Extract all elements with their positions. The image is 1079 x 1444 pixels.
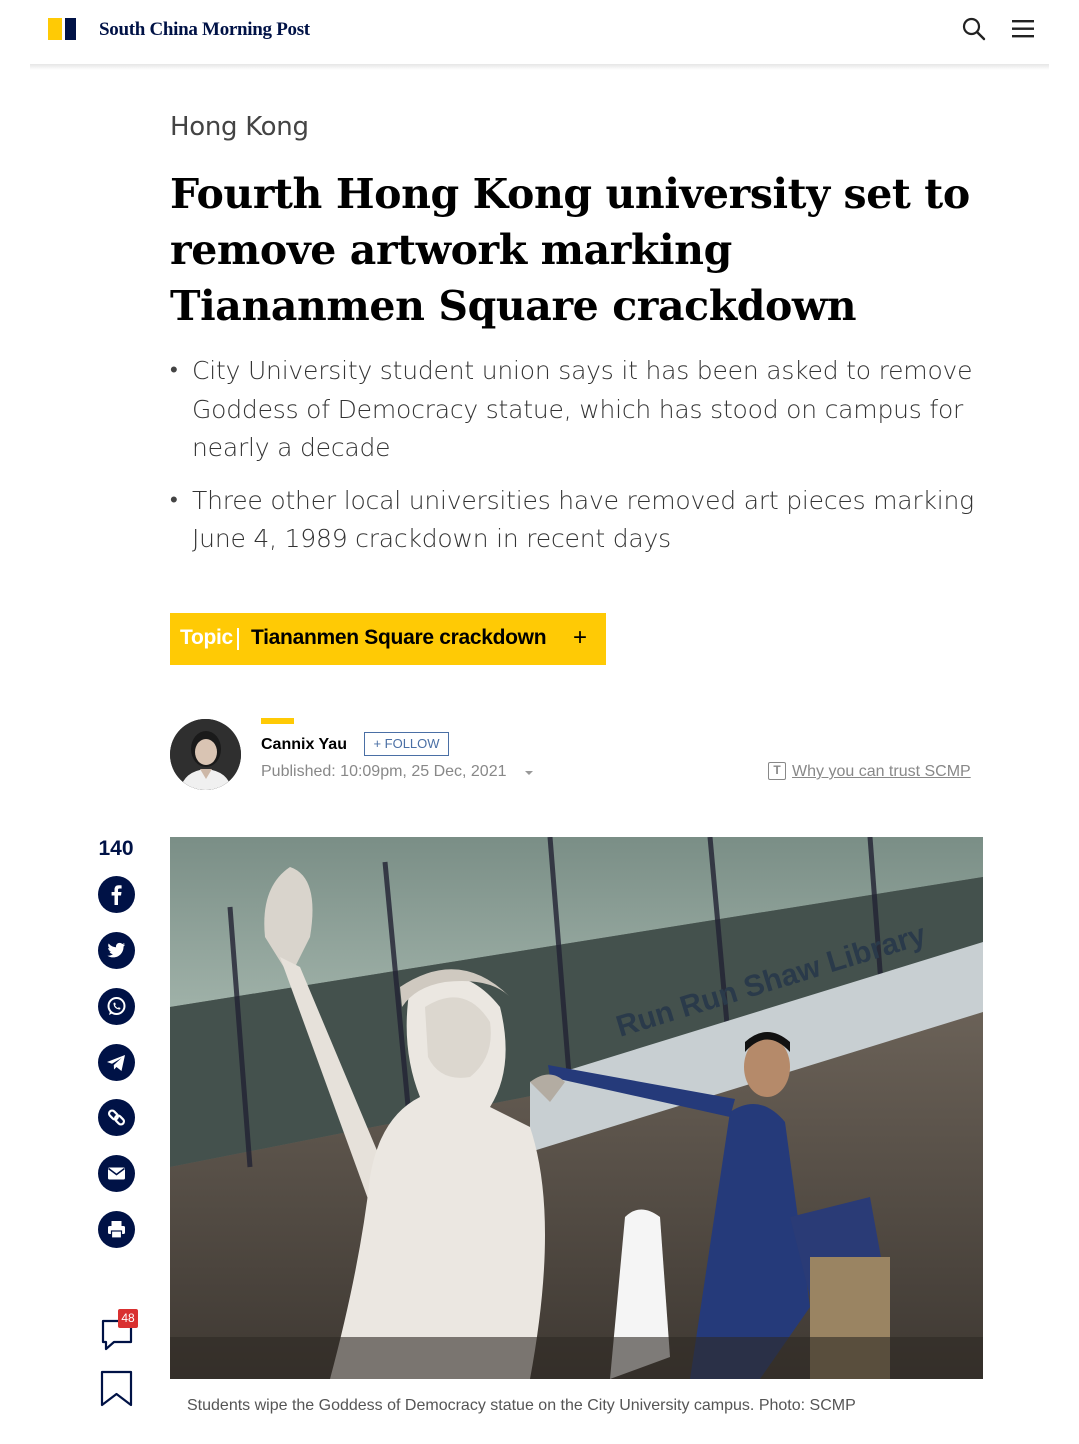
header-divider	[30, 64, 1049, 70]
article-summary: City University student union says it ha…	[170, 352, 990, 573]
topic-divider	[237, 628, 239, 650]
twitter-icon[interactable]	[98, 932, 135, 969]
article-headline: Fourth Hong Kong university set to remov…	[170, 170, 970, 330]
topic-banner[interactable]: Topic Tiananmen Square crackdown +	[170, 613, 606, 665]
search-icon[interactable]	[961, 16, 987, 42]
section-label[interactable]: Hong Kong	[170, 112, 309, 142]
comment-count-badge: 48	[118, 1309, 138, 1328]
author-accent-bar	[261, 718, 294, 724]
article-hero-image[interactable]: Run Run Shaw Library	[170, 837, 983, 1379]
published-date: Published: 10:09pm, 25 Dec, 2021	[261, 763, 507, 780]
author-name[interactable]: Cannix Yau	[261, 736, 347, 754]
chevron-down-icon[interactable]	[525, 771, 533, 775]
email-icon[interactable]	[98, 1155, 135, 1192]
telegram-icon[interactable]	[98, 1044, 135, 1081]
topic-follow-plus-icon[interactable]: +	[573, 624, 587, 652]
author-avatar[interactable]	[170, 719, 241, 790]
share-count: 140	[98, 837, 134, 860]
summary-item: Three other local universities have remo…	[170, 482, 990, 559]
topic-name[interactable]: Tiananmen Square crackdown	[251, 626, 547, 650]
whatsapp-icon[interactable]	[98, 988, 135, 1025]
brand-name[interactable]: South China Morning Post	[99, 19, 310, 41]
scmp-logo-icon[interactable]	[48, 18, 80, 40]
image-caption: Students wipe the Goddess of Democracy s…	[187, 1397, 856, 1414]
site-header: South China Morning Post	[0, 0, 1079, 66]
print-icon[interactable]	[98, 1211, 135, 1248]
hamburger-menu-icon[interactable]	[1011, 16, 1037, 42]
summary-item: City University student union says it ha…	[170, 352, 990, 468]
follow-author-button[interactable]: + FOLLOW	[364, 732, 449, 756]
bookmark-icon[interactable]	[100, 1370, 133, 1408]
trust-link-text[interactable]: Why you can trust SCMP	[792, 763, 971, 781]
trust-icon: T	[768, 762, 786, 780]
link-icon[interactable]	[98, 1099, 135, 1136]
facebook-icon[interactable]	[98, 876, 135, 913]
topic-label: Topic	[180, 626, 233, 649]
